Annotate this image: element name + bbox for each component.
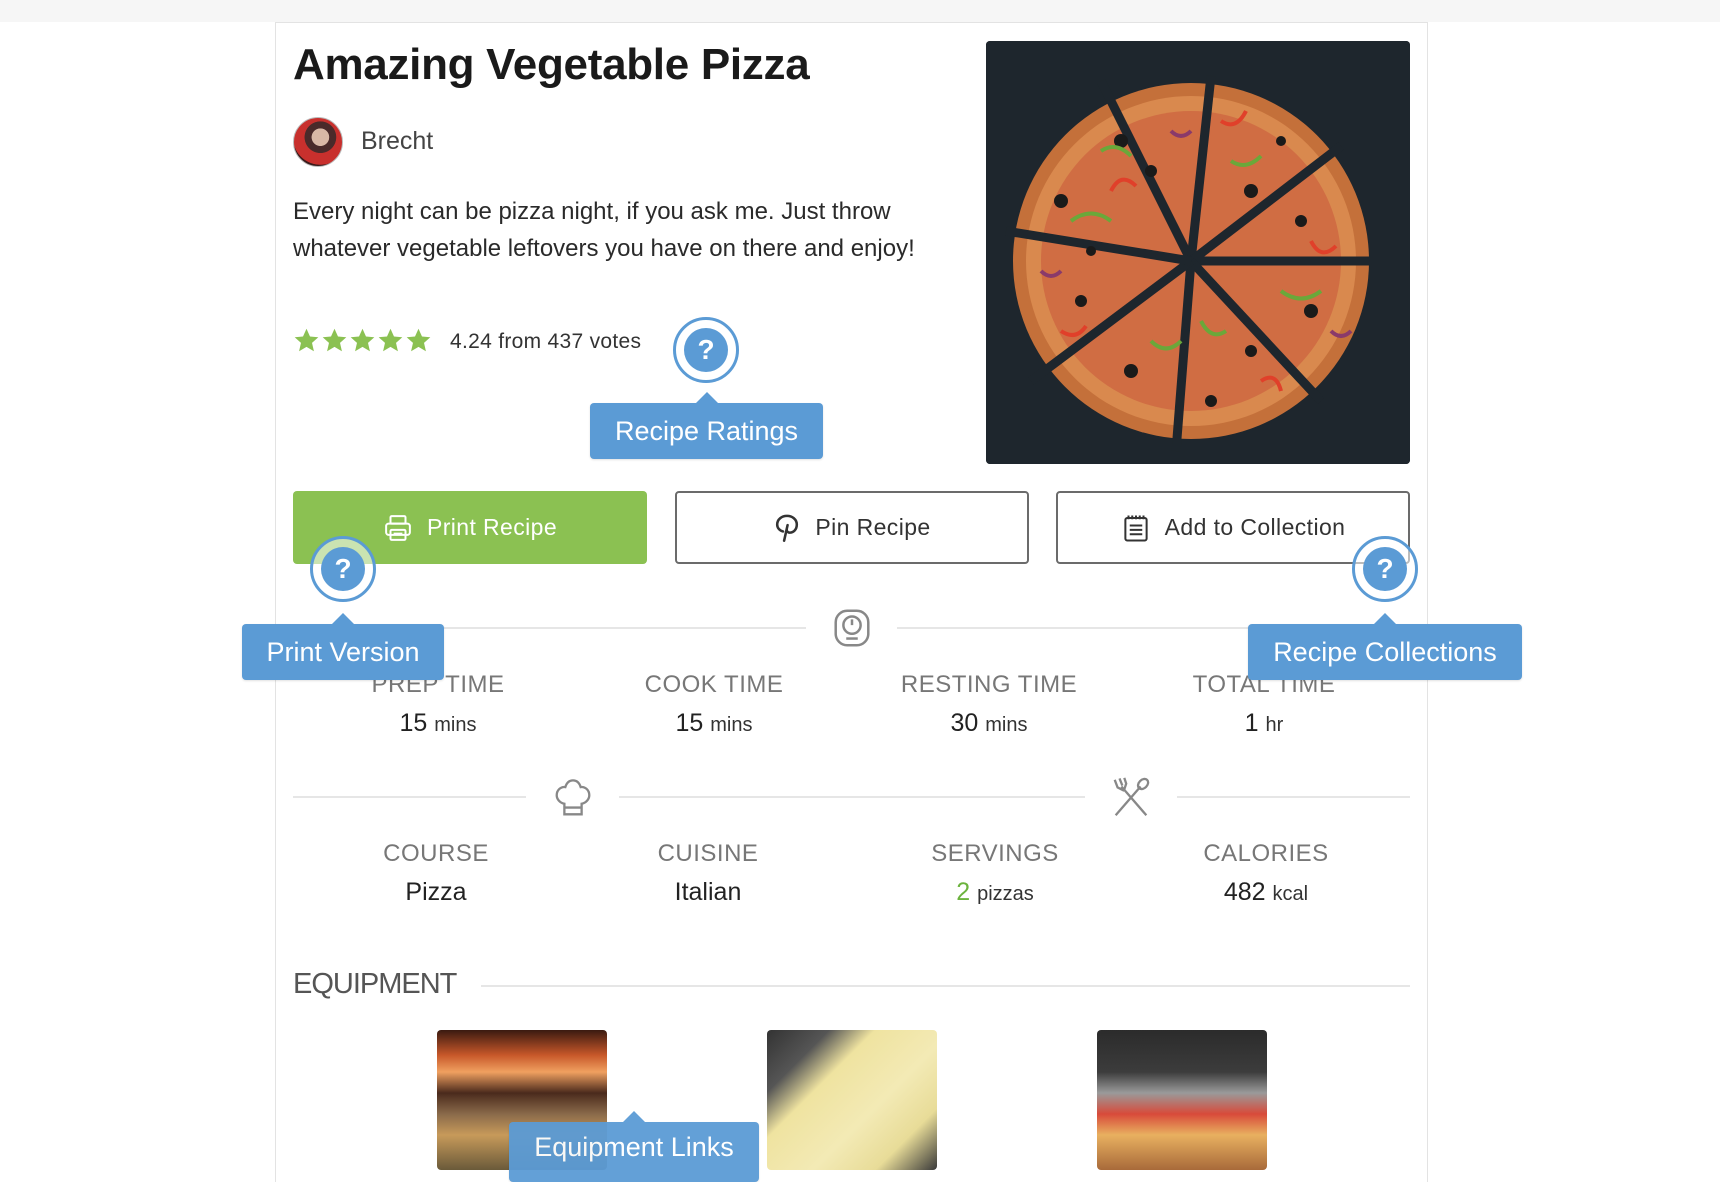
tooltip-print-version: Print Version: [242, 613, 444, 680]
resting-time-label: RESTING TIME: [900, 671, 1078, 698]
print-recipe-label: Print Recipe: [426, 514, 558, 540]
servings-unit: pizzas: [977, 883, 1034, 905]
prep-time-value: 15: [399, 709, 428, 737]
star-icon[interactable]: [349, 327, 376, 354]
servings: SERVINGS 2 pizzas: [857, 840, 1133, 907]
calories: CALORIES 482 kcal: [1128, 840, 1404, 907]
recipe-summary: Every night can be pizza night, if you a…: [293, 198, 915, 262]
equipment-heading: EQUIPMENT: [293, 968, 457, 1000]
servings-value[interactable]: 2: [956, 878, 970, 906]
collections-help-button[interactable]: ?: [1352, 536, 1418, 602]
equipment-item-rolling-pin[interactable]: [767, 1030, 937, 1170]
cook-time-unit: mins: [710, 714, 753, 736]
question-mark-icon: ?: [1363, 547, 1407, 591]
print-help-button[interactable]: ?: [310, 536, 376, 602]
calories-label: CALORIES: [1203, 840, 1329, 867]
ratings-help-button[interactable]: ?: [673, 317, 739, 383]
meta-divider-left: [293, 796, 526, 798]
course-value[interactable]: Pizza: [298, 878, 574, 907]
printer-icon: [385, 514, 411, 541]
tooltip-recipe-collections: Recipe Collections: [1248, 613, 1522, 680]
resting-time-unit: mins: [985, 714, 1028, 736]
tooltip-equipment-links: Equipment Links: [509, 1111, 759, 1182]
pizza-illustration: [986, 41, 1410, 464]
calories-value: 482: [1223, 878, 1266, 906]
prep-time-unit: mins: [434, 714, 477, 736]
course: COURSE Pizza: [298, 840, 574, 907]
total-time: TOTAL TIME 1 hr: [1126, 671, 1402, 738]
cuisine: CUISINE Italian: [570, 840, 846, 907]
star-icon[interactable]: [321, 327, 348, 354]
cook-time-value: 15: [675, 709, 704, 737]
pin-recipe-button[interactable]: Pin Recipe: [675, 491, 1029, 564]
question-mark-icon: ?: [321, 547, 365, 591]
equipment-item-pizza-cutter[interactable]: [1097, 1030, 1267, 1170]
total-time-unit: hr: [1265, 714, 1284, 736]
equipment-divider: [481, 985, 1410, 987]
course-label: COURSE: [383, 840, 489, 867]
author-name[interactable]: Brecht: [361, 127, 433, 156]
recipe-title: Amazing Vegetable Pizza: [293, 40, 810, 89]
chef-hat-icon: [555, 779, 591, 816]
utensils-icon: [1113, 777, 1150, 817]
top-bar: [0, 0, 1720, 22]
servings-label: SERVINGS: [931, 840, 1059, 867]
cook-time-label: COOK TIME: [644, 671, 784, 698]
notepad-icon: [1124, 515, 1148, 541]
question-mark-icon: ?: [684, 328, 728, 372]
prep-time: PREP TIME 15 mins: [300, 671, 576, 738]
recipe-image: [986, 41, 1410, 464]
calories-unit: kcal: [1272, 883, 1309, 905]
star-icon[interactable]: [405, 327, 432, 354]
add-to-collection-label: Add to Collection: [1164, 514, 1346, 540]
cuisine-label: CUISINE: [657, 840, 759, 867]
author-avatar[interactable]: [293, 117, 343, 167]
pin-recipe-label: Pin Recipe: [815, 514, 931, 540]
rating-summary: 4.24 from 437 votes: [450, 330, 642, 353]
meta-divider-right: [1177, 796, 1410, 798]
meta-divider-middle: [619, 796, 1085, 798]
star-icon[interactable]: [377, 327, 404, 354]
total-time-value: 1: [1244, 709, 1259, 737]
pinterest-icon: [776, 514, 799, 542]
cook-time: COOK TIME 15 mins: [576, 671, 852, 738]
star-icon[interactable]: [293, 327, 320, 354]
cuisine-value[interactable]: Italian: [570, 878, 846, 907]
star-rating[interactable]: [293, 327, 432, 354]
resting-time: RESTING TIME 30 mins: [851, 671, 1127, 738]
tooltip-recipe-ratings: Recipe Ratings: [590, 392, 823, 459]
timer-icon: [834, 609, 870, 647]
resting-time-value: 30: [950, 709, 979, 737]
